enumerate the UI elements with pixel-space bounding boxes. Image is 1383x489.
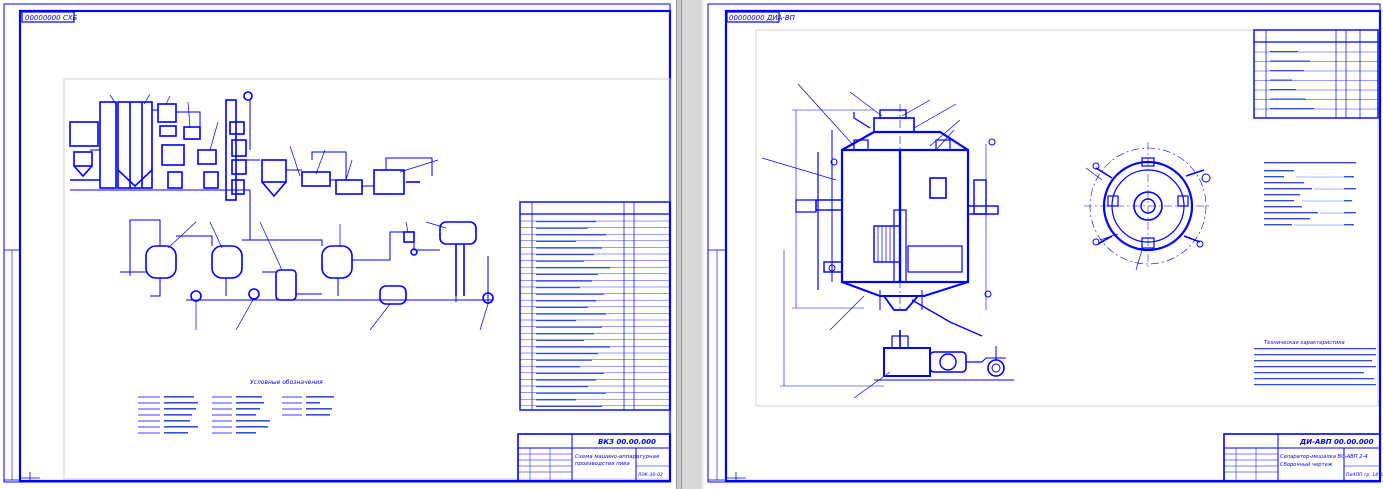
technical-requirements-text <box>1254 348 1376 386</box>
parts-table <box>1253 29 1379 119</box>
right-title-name-2: Сборочный чертеж <box>1280 462 1333 468</box>
right-sheet-code: ПиАПП гр. 14.10 <box>1346 472 1383 478</box>
right-corner-stamp: 00000000 ДИА-ВП <box>726 11 796 23</box>
right-callouts <box>761 83 1143 399</box>
right-title-designation: ДИ-АВП 00.00.000 <box>1299 438 1374 446</box>
left-title-name-2: производства пива <box>575 461 630 467</box>
right-table-text <box>1270 51 1314 110</box>
left-table-text <box>536 221 610 407</box>
legend-text-strokes <box>164 396 334 434</box>
left-drawing-viewport[interactable]: 00000000 СХБ Условные обозначения ВКЗ 00… <box>0 0 676 489</box>
right-drawing-viewport[interactable]: 00000000 ДИА-ВП Техническая характеристи… <box>704 0 1383 489</box>
callout-leaders <box>109 93 489 331</box>
legend-lines <box>138 396 302 434</box>
left-corner-stamp-text: 00000000 СХБ <box>25 14 78 22</box>
tech-characteristics-leaders <box>1294 176 1344 226</box>
process-flow-diagram-sheet: 00000000 СХБ Условные обозначения ВКЗ 00… <box>3 3 672 483</box>
tech-characteristics-text <box>1264 162 1356 226</box>
dimension-lines <box>780 109 987 387</box>
vessel-top-view <box>1084 142 1212 270</box>
left-title-name-1: Схема машино-аппаратурная <box>575 454 660 460</box>
left-sheet-code: ЛЭК-30-02 <box>637 472 663 478</box>
left-pane-scrollbar[interactable] <box>682 0 702 489</box>
specification-table <box>519 201 671 411</box>
right-title-name-1: Сепаратор-мешалка ВС-АВП 2-4 <box>1280 454 1368 460</box>
equipment-lower-row <box>145 221 494 305</box>
left-title-designation: ВКЗ 00.00.000 <box>598 438 656 446</box>
notes-title: Техническая характеристика <box>1264 340 1345 346</box>
vessel-section-view <box>795 104 999 337</box>
legend-title: Условные обозначения <box>250 379 323 386</box>
assembly-drawing-sheet: 00000000 ДИА-ВП Техническая характеристи… <box>707 3 1383 483</box>
drive-assembly <box>874 330 1014 381</box>
right-corner-stamp-text: 00000000 ДИА-ВП <box>729 14 796 22</box>
left-corner-stamp: 00000000 СХБ <box>21 11 78 23</box>
equipment-upper-row <box>69 91 420 201</box>
